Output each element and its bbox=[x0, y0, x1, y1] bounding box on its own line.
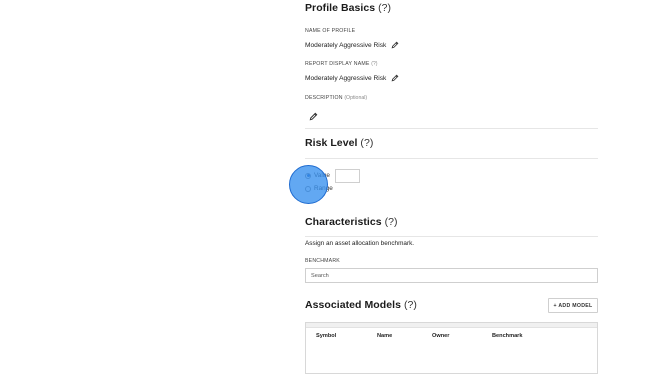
risk-value-input[interactable] bbox=[335, 169, 360, 183]
risk-level-title: Risk Level (?) bbox=[305, 137, 373, 149]
characteristics-help[interactable]: (?) bbox=[385, 216, 398, 228]
report-display-name-label-text: REPORT DISPLAY NAME bbox=[305, 61, 370, 67]
associated-models-title: Associated Models (?) bbox=[305, 299, 417, 311]
profile-basics-title-text: Profile Basics bbox=[305, 2, 376, 14]
associated-models-table: Symbol Name Owner Benchmark bbox=[305, 322, 598, 374]
column-header-benchmark[interactable]: Benchmark bbox=[492, 333, 522, 339]
report-display-name-value-row: Moderately Aggressive Risk bbox=[305, 74, 399, 82]
edit-name-pencil-icon[interactable] bbox=[391, 41, 399, 49]
profile-basics-help[interactable]: (?) bbox=[378, 2, 391, 14]
add-model-button[interactable]: + ADD MODEL bbox=[548, 298, 598, 313]
benchmark-label: BENCHMARK bbox=[305, 258, 340, 264]
description-label: DESCRIPTION (Optional) bbox=[305, 95, 367, 101]
report-display-name-label: REPORT DISPLAY NAME (?) bbox=[305, 61, 378, 67]
edit-display-name-pencil-icon[interactable] bbox=[391, 74, 399, 82]
name-of-profile-label: NAME OF PROFILE bbox=[305, 28, 356, 34]
column-header-owner[interactable]: Owner bbox=[432, 333, 449, 339]
click-highlight-circle bbox=[289, 165, 328, 204]
characteristics-title: Characteristics (?) bbox=[305, 216, 398, 228]
column-header-name[interactable]: Name bbox=[377, 333, 392, 339]
description-optional: (Optional) bbox=[344, 95, 368, 101]
report-display-name-help[interactable]: (?) bbox=[371, 61, 377, 67]
edit-description-pencil-icon[interactable] bbox=[309, 108, 318, 126]
divider bbox=[305, 236, 598, 237]
profile-basics-title: Profile Basics (?) bbox=[305, 2, 391, 14]
table-top-bar bbox=[306, 323, 597, 328]
risk-level-title-text: Risk Level bbox=[305, 137, 358, 149]
associated-models-title-text: Associated Models bbox=[305, 299, 401, 311]
column-header-symbol[interactable]: Symbol bbox=[316, 333, 336, 339]
description-label-text: DESCRIPTION bbox=[305, 95, 343, 101]
risk-level-help[interactable]: (?) bbox=[360, 137, 373, 149]
divider bbox=[305, 158, 598, 159]
characteristics-title-text: Characteristics bbox=[305, 216, 382, 228]
divider bbox=[305, 128, 598, 129]
associated-models-help[interactable]: (?) bbox=[404, 299, 417, 311]
name-of-profile-value-row: Moderately Aggressive Risk bbox=[305, 41, 399, 49]
report-display-name-value: Moderately Aggressive Risk bbox=[305, 74, 387, 82]
benchmark-search-input[interactable]: Search bbox=[305, 268, 598, 283]
benchmark-search-placeholder: Search bbox=[311, 272, 329, 279]
name-of-profile-value: Moderately Aggressive Risk bbox=[305, 41, 387, 49]
characteristics-description: Assign an asset allocation benchmark. bbox=[305, 240, 415, 247]
